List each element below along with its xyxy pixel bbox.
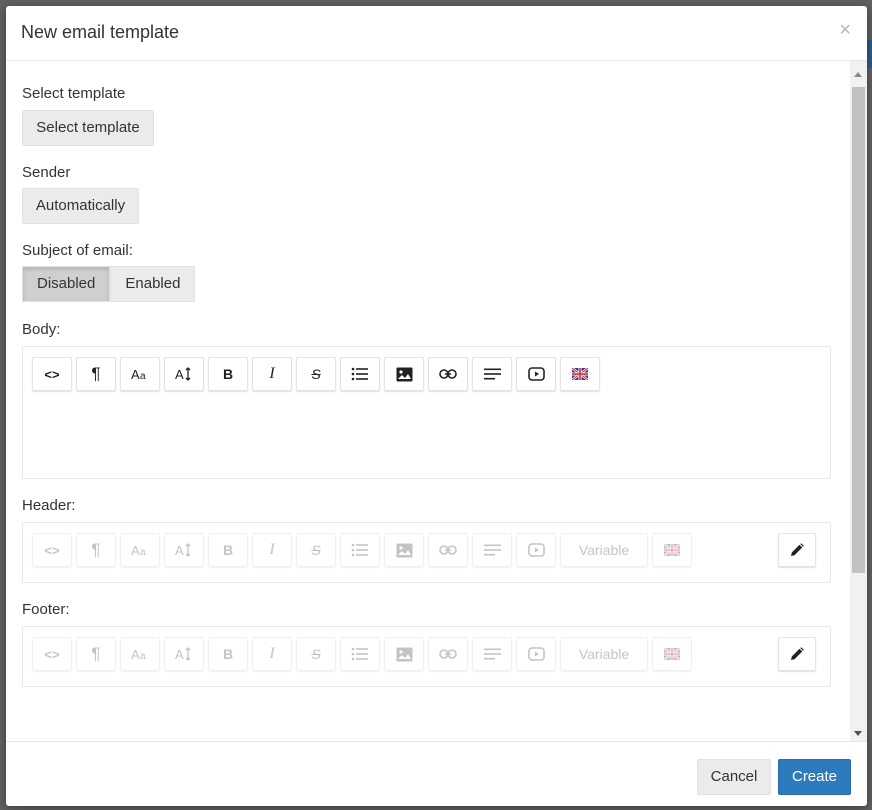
strikethrough-icon[interactable]: S bbox=[296, 357, 336, 391]
dialog-footer: Cancel Create bbox=[6, 741, 867, 806]
svg-text:A: A bbox=[131, 543, 140, 557]
bold-glyph: B bbox=[222, 542, 234, 558]
select-template-button[interactable]: Select template bbox=[22, 110, 154, 146]
scroll-down-icon[interactable] bbox=[854, 731, 862, 736]
strike-glyph: S bbox=[311, 542, 321, 558]
image-icon bbox=[384, 637, 424, 671]
align-icon[interactable] bbox=[472, 357, 512, 391]
italic-glyph: I bbox=[269, 645, 275, 662]
pencil-icon[interactable] bbox=[778, 637, 816, 671]
align-icon bbox=[472, 533, 512, 567]
code-view-icon[interactable]: <> bbox=[32, 357, 72, 391]
footer-toolbar: <> ¶ Aa A B I S Variable bbox=[32, 637, 692, 671]
create-button[interactable]: Create bbox=[778, 759, 851, 795]
bold-icon: B bbox=[208, 637, 248, 671]
email-template-dialog: New email template × Select template Sel… bbox=[6, 6, 867, 806]
bold-glyph: B bbox=[222, 646, 234, 662]
svg-text:A: A bbox=[175, 647, 184, 662]
language-flag-icon bbox=[652, 533, 692, 567]
video-icon[interactable] bbox=[516, 357, 556, 391]
line-height-icon: A bbox=[164, 637, 204, 671]
code-view-icon: <> bbox=[32, 637, 72, 671]
pencil-icon[interactable] bbox=[778, 533, 816, 567]
header-label: Header: bbox=[22, 497, 76, 514]
list-icon bbox=[340, 637, 380, 671]
italic-icon: I bbox=[252, 533, 292, 567]
code-glyph: <> bbox=[44, 646, 60, 662]
sender-button[interactable]: Automatically bbox=[22, 188, 139, 224]
link-icon[interactable] bbox=[428, 357, 468, 391]
paragraph-glyph: ¶ bbox=[91, 644, 101, 663]
footer-label: Footer: bbox=[22, 601, 70, 618]
bold-icon[interactable]: B bbox=[208, 357, 248, 391]
paragraph-glyph: ¶ bbox=[91, 364, 101, 383]
svg-text:A: A bbox=[131, 367, 140, 381]
svg-text:a: a bbox=[140, 651, 146, 661]
header-editor: <> ¶ Aa A B I S Variable bbox=[22, 522, 831, 583]
dialog-title: New email template bbox=[21, 22, 180, 42]
italic-glyph: I bbox=[269, 365, 275, 382]
bold-glyph: B bbox=[222, 366, 234, 382]
bold-icon: B bbox=[208, 533, 248, 567]
italic-glyph: I bbox=[269, 541, 275, 558]
code-glyph: <> bbox=[44, 366, 60, 382]
list-icon bbox=[340, 533, 380, 567]
link-icon bbox=[428, 533, 468, 567]
strikethrough-icon: S bbox=[296, 637, 336, 671]
footer-editor: <> ¶ Aa A B I S Variable bbox=[22, 626, 831, 687]
scroll-thumb[interactable] bbox=[852, 87, 865, 573]
video-icon bbox=[516, 637, 556, 671]
list-icon[interactable] bbox=[340, 357, 380, 391]
font-size-icon[interactable]: Aa bbox=[120, 357, 160, 391]
paragraph-icon[interactable]: ¶ bbox=[76, 357, 116, 391]
svg-text:A: A bbox=[131, 647, 140, 661]
video-icon bbox=[516, 533, 556, 567]
cancel-button[interactable]: Cancel bbox=[697, 759, 771, 795]
language-flag-icon bbox=[652, 637, 692, 671]
subject-enabled-button[interactable]: Enabled bbox=[110, 266, 196, 302]
strike-glyph: S bbox=[311, 366, 321, 382]
body-label: Body: bbox=[22, 321, 61, 338]
svg-text:a: a bbox=[140, 371, 146, 381]
dialog-header: New email template × bbox=[6, 6, 867, 61]
strike-glyph: S bbox=[311, 646, 321, 662]
svg-text:a: a bbox=[140, 547, 146, 557]
svg-text:A: A bbox=[175, 367, 184, 382]
variable-button: Variable bbox=[560, 637, 648, 671]
select-template-label: Select template bbox=[22, 85, 126, 102]
close-icon[interactable]: × bbox=[839, 20, 851, 40]
subject-toggle-group: Disabled Enabled bbox=[22, 266, 196, 302]
subject-disabled-button[interactable]: Disabled bbox=[22, 266, 111, 302]
dialog-body: Select template Select template Sender A… bbox=[6, 61, 867, 741]
subject-label: Subject of email: bbox=[22, 242, 133, 259]
line-height-icon[interactable]: A bbox=[164, 357, 204, 391]
scroll-up-icon[interactable] bbox=[854, 72, 862, 77]
line-height-icon: A bbox=[164, 533, 204, 567]
header-toolbar: <> ¶ Aa A B I S Variable bbox=[32, 533, 692, 567]
paragraph-glyph: ¶ bbox=[91, 540, 101, 559]
italic-icon: I bbox=[252, 637, 292, 671]
body-toolbar: <> ¶ Aa A B I S bbox=[32, 357, 600, 391]
image-icon[interactable] bbox=[384, 357, 424, 391]
font-size-icon: Aa bbox=[120, 533, 160, 567]
sender-label: Sender bbox=[22, 164, 71, 181]
code-glyph: <> bbox=[44, 542, 60, 558]
font-size-icon: Aa bbox=[120, 637, 160, 671]
italic-icon[interactable]: I bbox=[252, 357, 292, 391]
svg-text:A: A bbox=[175, 543, 184, 558]
body-editor[interactable]: <> ¶ Aa A B I S bbox=[22, 346, 831, 479]
variable-button: Variable bbox=[560, 533, 648, 567]
link-icon bbox=[428, 637, 468, 671]
align-icon bbox=[472, 637, 512, 671]
language-flag-icon[interactable] bbox=[560, 357, 600, 391]
scrollbar[interactable] bbox=[850, 61, 867, 741]
paragraph-icon: ¶ bbox=[76, 637, 116, 671]
strikethrough-icon: S bbox=[296, 533, 336, 567]
code-view-icon: <> bbox=[32, 533, 72, 567]
paragraph-icon: ¶ bbox=[76, 533, 116, 567]
image-icon bbox=[384, 533, 424, 567]
